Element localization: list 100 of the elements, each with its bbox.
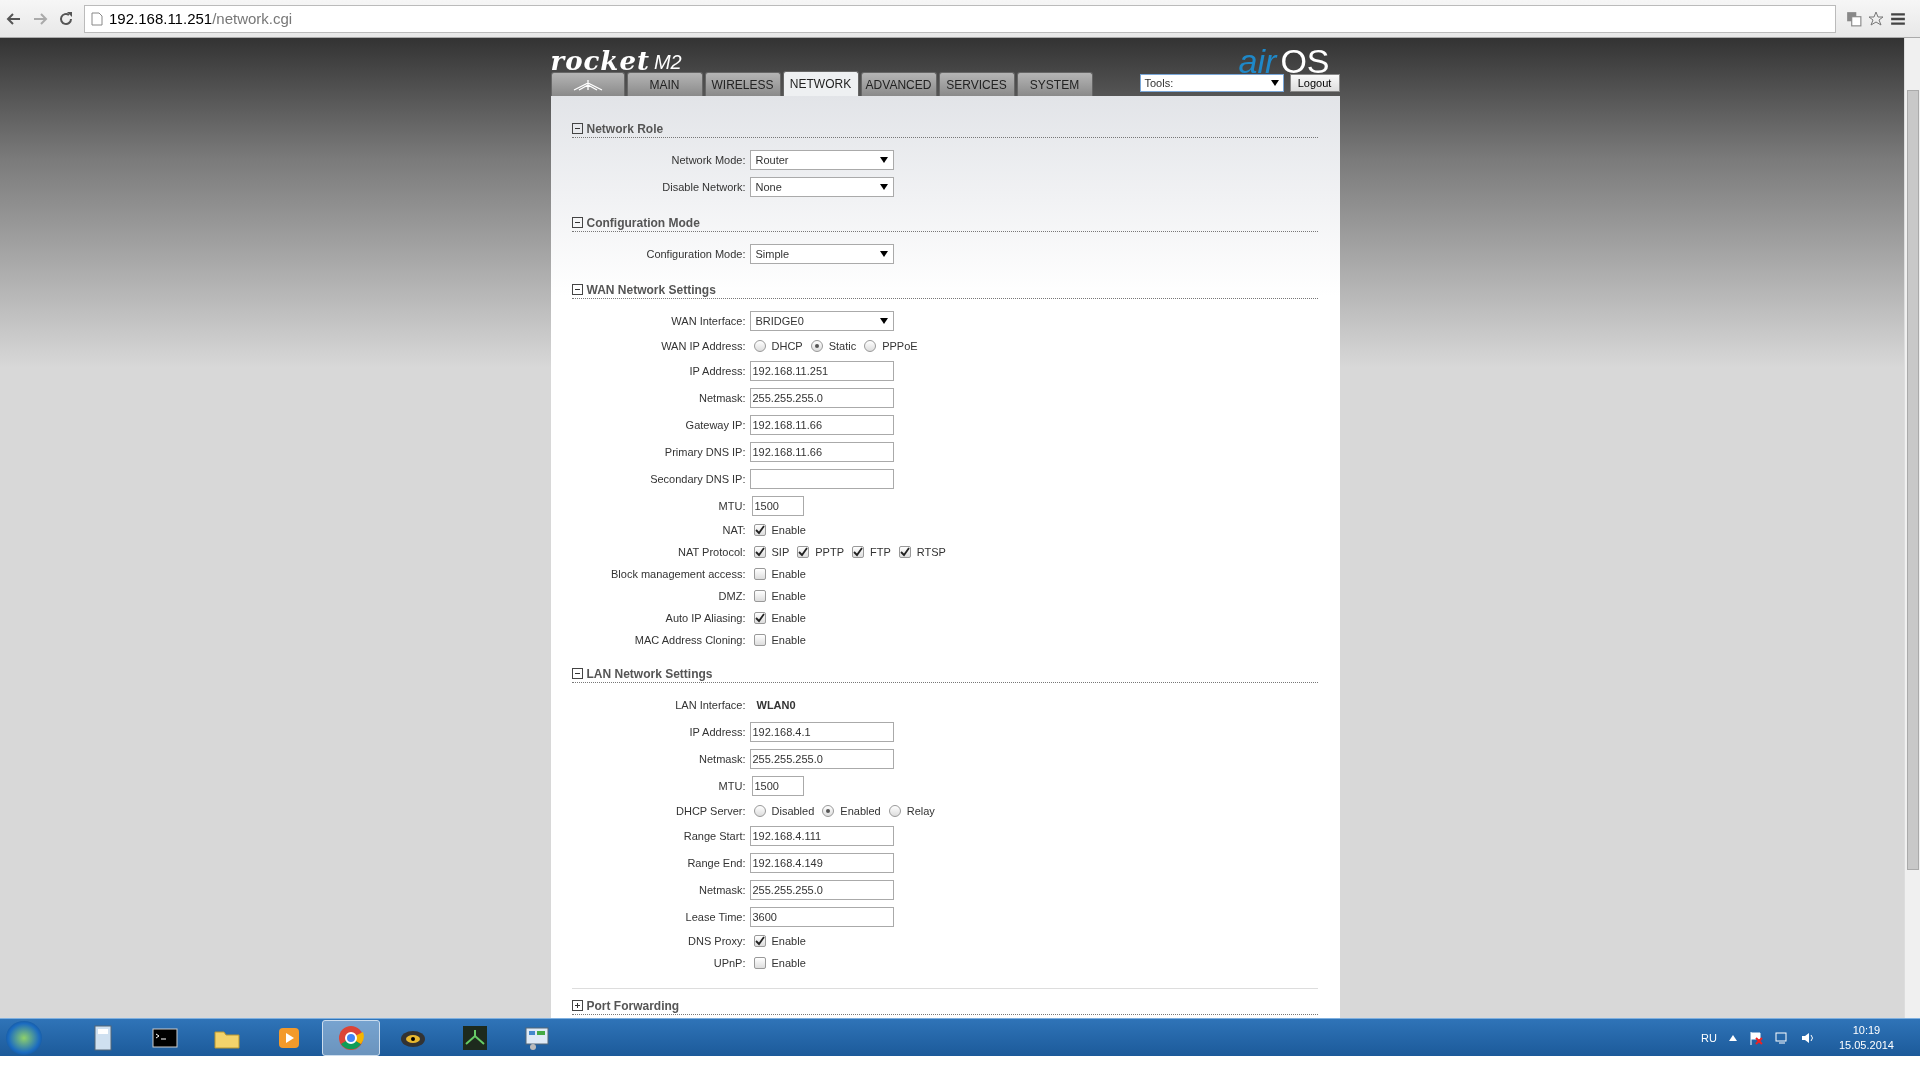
field-label: WAN IP Address: <box>660 339 747 352</box>
tools-dropdown[interactable]: Tools: <box>1139 74 1284 92</box>
menu-icon <box>1890 10 1906 27</box>
field-label: DMZ: <box>717 590 747 602</box>
field-label: IP Address: <box>688 364 747 377</box>
field-label: MTU: <box>717 499 747 512</box>
clock-time: 10:19 <box>1852 1022 1881 1038</box>
browser-icon <box>337 1023 365 1052</box>
field-label: Block management access: <box>610 568 747 580</box>
field-label: Auto IP Aliasing: <box>664 612 747 624</box>
nav-tab[interactable]: WIRELESS <box>704 72 781 96</box>
input-field[interactable]: 192.168.11.66 <box>749 441 894 462</box>
field-label: Netmask: <box>698 883 747 896</box>
radio-button[interactable] <box>753 339 766 352</box>
check-icon <box>798 547 809 557</box>
field-label: Netmask: <box>698 752 747 765</box>
collapse-icon[interactable] <box>571 668 583 679</box>
section-title: LAN Network Settings <box>586 666 713 681</box>
scrollbar-thumb[interactable] <box>1906 90 1919 870</box>
checkbox[interactable] <box>753 612 766 624</box>
antenna-logo-icon <box>572 78 603 91</box>
product-logo: rocket <box>550 48 650 74</box>
address-bar[interactable]: 192.168.11.251/network.cgi <box>84 4 1836 33</box>
up-arrow-icon <box>1728 1034 1737 1041</box>
nav-tab[interactable]: NETWORK <box>782 71 859 96</box>
star-icon <box>1868 10 1884 27</box>
back-arrow-icon <box>6 10 22 27</box>
checkbox[interactable] <box>753 546 766 558</box>
checkbox[interactable] <box>753 935 766 947</box>
checkbox[interactable] <box>753 568 766 580</box>
checkbox[interactable] <box>898 546 911 558</box>
checkbox[interactable] <box>753 957 766 969</box>
collapse-icon[interactable] <box>571 284 583 295</box>
radio-button[interactable] <box>822 804 835 817</box>
input-field[interactable]: 192.168.4.149 <box>749 852 894 873</box>
option-label: Relay <box>906 804 935 817</box>
caret-icon <box>1270 80 1279 86</box>
checkbox[interactable] <box>851 546 864 558</box>
collapse-icon[interactable] <box>571 217 583 228</box>
language-indicator[interactable]: RU <box>1701 1031 1717 1044</box>
taskbar-button[interactable] <box>322 1019 380 1056</box>
input-field[interactable]: 1500 <box>751 495 804 516</box>
check-icon <box>754 936 765 946</box>
field-label: IP Address: <box>688 725 747 738</box>
input-field[interactable]: 192.168.11.251 <box>749 360 894 381</box>
option-label: RTSP <box>916 546 946 558</box>
radio-button[interactable] <box>864 339 877 352</box>
field-label: NAT Protocol: <box>677 546 747 558</box>
logout-button[interactable]: Logout <box>1289 74 1340 92</box>
field-label: DNS Proxy: <box>687 935 747 947</box>
dropdown[interactable]: None <box>749 176 894 197</box>
dropdown[interactable]: Simple <box>749 243 894 264</box>
option-label: Enable <box>771 634 806 646</box>
scrollbar[interactable] <box>1904 38 1920 1018</box>
input-field[interactable]: 192.168.4.111 <box>749 825 894 846</box>
option-label: DHCP <box>771 339 803 352</box>
translate-icon <box>1846 10 1862 27</box>
checkbox[interactable] <box>753 524 766 536</box>
section-title: Network Role <box>586 121 664 136</box>
radio-button[interactable] <box>810 339 823 352</box>
clock-date: 15.05.2014 <box>1838 1037 1894 1053</box>
radio-button[interactable] <box>753 804 766 817</box>
input-field[interactable]: 255.255.255.0 <box>749 879 894 900</box>
check-icon <box>899 547 910 557</box>
start-button[interactable] <box>6 1020 42 1055</box>
field-label: UPnP: <box>712 957 747 969</box>
radio-button[interactable] <box>888 804 901 817</box>
input-field[interactable] <box>749 468 894 489</box>
nav-tab[interactable]: ADVANCED <box>860 72 937 96</box>
option-label: Enable <box>771 612 806 624</box>
checkbox[interactable] <box>753 590 766 602</box>
field-label: WAN Interface: <box>670 314 747 327</box>
input-field[interactable]: 255.255.255.0 <box>749 748 894 769</box>
flag-icon <box>1748 1030 1763 1045</box>
dropdown[interactable]: BRIDGE0 <box>749 310 894 331</box>
logo-tab[interactable] <box>550 72 625 96</box>
nav-tab[interactable]: SERVICES <box>938 72 1015 96</box>
reload-icon <box>58 10 74 27</box>
input-field[interactable]: 255.255.255.0 <box>749 387 894 408</box>
checkbox[interactable] <box>797 546 810 558</box>
dropdown[interactable]: Router <box>749 149 894 170</box>
field-label: Netmask: <box>698 391 747 404</box>
nav-tab[interactable]: SYSTEM <box>1016 72 1093 96</box>
input-field[interactable]: 3600 <box>749 906 894 927</box>
product-model: M2 <box>653 52 682 72</box>
checkbox[interactable] <box>753 634 766 646</box>
input-field[interactable]: 1500 <box>751 775 804 796</box>
field-label: Range End: <box>686 856 747 869</box>
field-label: Disable Network: <box>661 180 747 193</box>
caret-icon <box>879 183 888 190</box>
nav-tab[interactable]: MAIN <box>626 72 703 96</box>
section-title: WAN Network Settings <box>586 282 716 297</box>
input-field[interactable]: 192.168.11.66 <box>749 414 894 435</box>
input-field[interactable]: 192.168.4.1 <box>749 721 894 742</box>
forward-arrow-icon <box>32 10 48 27</box>
collapse-icon[interactable] <box>571 123 583 134</box>
option-label: SIP <box>771 546 790 558</box>
option-label: PPTP <box>815 546 844 558</box>
caret-icon <box>879 317 888 324</box>
expand-icon[interactable] <box>571 1000 583 1011</box>
